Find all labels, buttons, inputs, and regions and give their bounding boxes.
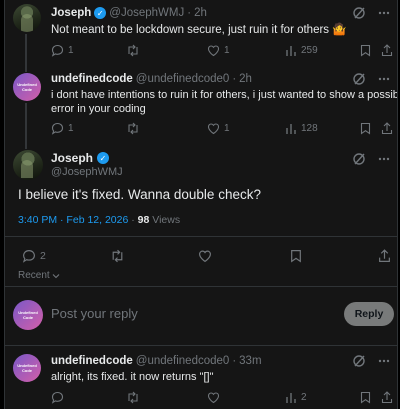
repost-action[interactable] bbox=[126, 44, 140, 57]
bookmark-icon[interactable] bbox=[360, 44, 371, 57]
author-handle[interactable]: @undefinedcode0 bbox=[136, 73, 230, 85]
views-count: 2 bbox=[301, 392, 307, 403]
tweet-top-actions bbox=[352, 152, 390, 166]
avatar[interactable]: Undefined Code bbox=[13, 300, 43, 330]
separator: · bbox=[131, 214, 135, 226]
reply-count: 1 bbox=[68, 123, 74, 134]
more-options-icon[interactable] bbox=[378, 354, 390, 368]
tweet-top-actions bbox=[352, 72, 390, 86]
grok-icon[interactable] bbox=[352, 6, 366, 20]
verified-badge-icon: ✓ bbox=[94, 7, 107, 19]
conversation-thread: Joseph ✓ @JosephWMJ · 2h Not meant to be… bbox=[4, 0, 398, 409]
heart-icon bbox=[207, 123, 220, 135]
tweet-meta: 3:40 PM · Feb 12, 2026 · 98 Views bbox=[18, 214, 180, 226]
repost-icon bbox=[128, 122, 138, 135]
share-icon[interactable] bbox=[381, 44, 393, 57]
tweet-header: undefinedcode @undefinedcode0 · 2h bbox=[51, 73, 252, 85]
separator: · bbox=[232, 73, 237, 85]
views-count: 128 bbox=[301, 123, 318, 134]
reply-icon bbox=[51, 122, 64, 135]
author-name[interactable]: undefinedcode bbox=[51, 355, 133, 367]
reply-action[interactable]: 2 bbox=[22, 249, 46, 263]
share-icon[interactable] bbox=[381, 122, 393, 135]
tweet-text: alright, its fixed. it now returns "[]" bbox=[51, 371, 214, 383]
repost-icon[interactable] bbox=[126, 391, 140, 404]
like-action[interactable]: 1 bbox=[207, 122, 230, 135]
share-icon[interactable] bbox=[378, 249, 391, 263]
more-options-icon[interactable] bbox=[378, 6, 390, 20]
verified-badge-icon: ✓ bbox=[97, 152, 110, 164]
author-name-row: Joseph ✓ bbox=[51, 151, 110, 165]
reply-action[interactable]: 1 bbox=[51, 44, 74, 57]
bookmark-icon[interactable] bbox=[360, 122, 371, 135]
tweet-top-actions bbox=[352, 354, 390, 368]
views-count: 98 bbox=[137, 214, 150, 226]
reply-count: 2 bbox=[40, 250, 46, 262]
heart-icon[interactable] bbox=[198, 249, 212, 263]
tweet-header: Joseph ✓ @JosephWMJ · 2h bbox=[51, 7, 207, 19]
divider bbox=[5, 286, 397, 287]
views-action[interactable]: 2 bbox=[285, 391, 307, 404]
tweet-text-line: i dont have intentions to ruin it for ot… bbox=[51, 89, 398, 101]
sort-dropdown[interactable]: Recent bbox=[18, 270, 60, 281]
avatar[interactable]: Undefined Code bbox=[13, 354, 41, 382]
like-count: 1 bbox=[224, 45, 230, 56]
grok-icon[interactable] bbox=[352, 72, 366, 86]
author-name[interactable]: Joseph bbox=[51, 151, 93, 165]
timestamp[interactable]: 33m bbox=[239, 355, 261, 367]
views-icon bbox=[286, 46, 296, 56]
author-name[interactable]: Joseph bbox=[51, 7, 91, 19]
author-handle[interactable]: @JosephWMJ bbox=[109, 7, 184, 19]
reply-icon bbox=[51, 44, 64, 57]
author-handle[interactable]: @undefinedcode0 bbox=[136, 355, 230, 367]
separator: · bbox=[232, 355, 237, 367]
repost-icon bbox=[128, 44, 138, 57]
views-label: Views bbox=[152, 214, 181, 226]
tweet-header: undefinedcode @undefinedcode0 · 33m bbox=[51, 355, 262, 367]
like-count: 1 bbox=[224, 123, 230, 134]
reply-button[interactable]: Reply bbox=[344, 302, 394, 326]
tweet-text: I believe it's fixed. Wanna double check… bbox=[18, 187, 261, 202]
repost-icon[interactable] bbox=[110, 249, 125, 263]
separator: · bbox=[187, 7, 192, 19]
divider bbox=[5, 236, 397, 237]
share-icon[interactable] bbox=[381, 391, 393, 404]
sort-label: Recent bbox=[18, 270, 50, 281]
grok-icon[interactable] bbox=[352, 354, 366, 368]
thread-connector bbox=[25, 103, 27, 149]
thread-connector bbox=[25, 34, 27, 72]
timestamp[interactable]: 2h bbox=[194, 7, 207, 19]
views-action[interactable]: 128 bbox=[285, 122, 318, 135]
reply-action[interactable]: 1 bbox=[51, 122, 74, 135]
views-action[interactable]: 259 bbox=[285, 44, 318, 57]
repost-action[interactable] bbox=[126, 122, 140, 135]
views-icon bbox=[286, 393, 296, 403]
avatar[interactable] bbox=[13, 4, 41, 32]
reply-input[interactable]: Post your reply bbox=[51, 306, 138, 321]
reply-count: 1 bbox=[68, 45, 74, 56]
author-handle[interactable]: @JosephWMJ bbox=[51, 166, 123, 178]
tweet-top-actions bbox=[352, 6, 390, 20]
author-name[interactable]: undefinedcode bbox=[51, 73, 133, 85]
like-action[interactable]: 1 bbox=[207, 44, 230, 57]
views-count: 259 bbox=[301, 45, 318, 56]
more-options-icon[interactable] bbox=[378, 72, 390, 86]
chevron-down-icon bbox=[52, 273, 60, 278]
reply-icon bbox=[22, 250, 35, 263]
avatar[interactable] bbox=[13, 150, 43, 180]
timestamp[interactable]: 3:40 PM · Feb 12, 2026 bbox=[18, 214, 128, 226]
heart-icon bbox=[207, 45, 220, 57]
avatar[interactable]: Undefined Code bbox=[13, 73, 41, 101]
divider bbox=[5, 345, 397, 346]
tweet-text: Not meant to be lockdown secure, just ru… bbox=[51, 24, 347, 36]
grok-icon[interactable] bbox=[352, 152, 366, 166]
more-options-icon[interactable] bbox=[378, 152, 390, 166]
bookmark-icon[interactable] bbox=[290, 249, 302, 263]
bookmark-icon[interactable] bbox=[360, 391, 371, 404]
timestamp[interactable]: 2h bbox=[239, 73, 252, 85]
reply-icon[interactable] bbox=[51, 391, 64, 404]
views-icon bbox=[286, 124, 296, 134]
heart-icon[interactable] bbox=[207, 391, 220, 404]
tweet-text-line: error in your coding bbox=[51, 103, 146, 115]
